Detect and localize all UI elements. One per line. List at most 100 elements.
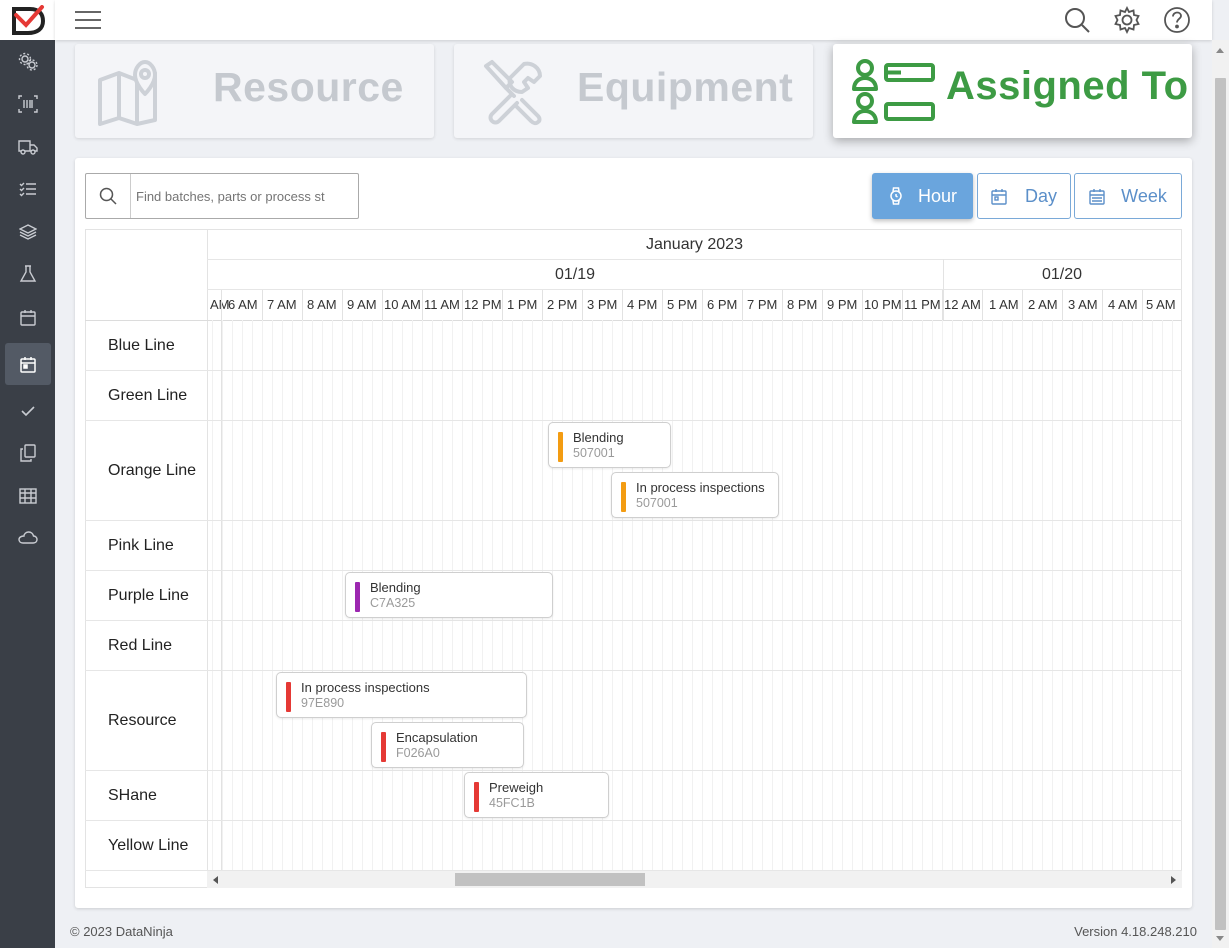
scroll-thumb[interactable] — [455, 873, 645, 886]
grid-minor-line — [932, 320, 933, 871]
grid-minor-line — [632, 320, 633, 871]
event-subtitle: 507001 — [573, 446, 615, 460]
horizontal-scrollbar[interactable] — [207, 871, 1182, 888]
grid-minor-line — [852, 320, 853, 871]
hamburger-menu-icon[interactable] — [75, 8, 101, 32]
row-label: SHane — [108, 787, 157, 804]
event-bar[interactable]: In process inspections 97E890 — [276, 672, 527, 718]
grid-minor-line — [732, 320, 733, 871]
grid-minor-line — [1002, 320, 1003, 871]
grid-minor-line — [1112, 320, 1113, 871]
page-scrollbar[interactable] — [1212, 40, 1229, 948]
copy-documents-icon[interactable] — [5, 433, 51, 473]
grid-minor-line — [722, 320, 723, 871]
watch-icon — [890, 187, 902, 205]
hour-view-button[interactable]: Hour — [872, 173, 973, 219]
week-view-button[interactable]: Week — [1074, 173, 1182, 219]
table-icon[interactable] — [5, 476, 51, 516]
event-bar[interactable]: Blending 507001 — [548, 422, 671, 468]
grid-minor-line — [672, 320, 673, 871]
search-box — [85, 173, 359, 219]
gears-icon[interactable] — [5, 42, 51, 82]
grid-minor-line — [902, 320, 903, 871]
grid-minor-line — [892, 320, 893, 871]
timeline-day: 01/19 — [555, 266, 596, 283]
search-button[interactable] — [86, 174, 131, 218]
event-title: Blending — [370, 580, 421, 595]
search-icon[interactable] — [1063, 6, 1091, 39]
grid-minor-line — [882, 320, 883, 871]
brand-logo[interactable] — [0, 0, 55, 40]
calendar-week-icon — [1089, 188, 1105, 205]
hour-view-label: Hour — [917, 185, 957, 206]
grid-minor-line — [1032, 320, 1033, 871]
barcode-icon[interactable] — [5, 84, 51, 124]
event-title: Blending — [573, 430, 624, 445]
row-label: Yellow Line — [108, 837, 189, 854]
grid-minor-line — [1102, 320, 1103, 871]
grid-minor-line — [992, 320, 993, 871]
cloud-icon[interactable] — [5, 518, 51, 558]
grid-minor-line — [292, 320, 293, 871]
search-input[interactable] — [136, 184, 354, 208]
event-subtitle: 507001 — [636, 496, 678, 510]
calendar-icon[interactable] — [5, 297, 51, 337]
grid-minor-line — [822, 320, 823, 871]
grid-minor-line — [772, 320, 773, 871]
tools-icon — [480, 58, 548, 131]
event-title: In process inspections — [301, 680, 430, 695]
event-bar[interactable]: Blending C7A325 — [345, 572, 553, 618]
grid-minor-line — [812, 320, 813, 871]
grid-minor-line — [702, 320, 703, 871]
assigned-users-icon — [851, 58, 937, 131]
grid-minor-line — [982, 320, 983, 871]
event-subtitle: F026A0 — [396, 746, 440, 760]
footer-version: Version 4.18.248.210 — [1074, 924, 1197, 939]
grid-minor-line — [692, 320, 693, 871]
grid-minor-line — [1122, 320, 1123, 871]
grid-minor-line — [762, 320, 763, 871]
day-view-button[interactable]: Day — [977, 173, 1071, 219]
resource-card[interactable]: Resource — [75, 44, 434, 138]
grid-minor-line — [1012, 320, 1013, 871]
grid-minor-line — [792, 320, 793, 871]
checklist-icon[interactable] — [5, 169, 51, 209]
row-label: Orange Line — [108, 462, 197, 479]
scroll-right-arrow-icon[interactable] — [1171, 876, 1176, 884]
row-label: Blue Line — [108, 337, 175, 354]
grid-minor-line — [1072, 320, 1073, 871]
grid-minor-line — [872, 320, 873, 871]
event-subtitle: C7A325 — [370, 596, 416, 610]
grid-minor-line — [862, 320, 863, 871]
grid-minor-line — [1052, 320, 1053, 871]
grid-minor-line — [272, 320, 273, 871]
help-icon[interactable] — [1163, 6, 1191, 39]
schedule-calendar-icon[interactable] — [5, 343, 51, 385]
grid-minor-line — [262, 320, 263, 871]
layers-icon[interactable] — [5, 212, 51, 252]
event-bar[interactable]: Encapsulation F026A0 — [371, 722, 524, 768]
event-bar[interactable]: Preweigh 45FC1B — [464, 772, 609, 818]
grid-minor-line — [1092, 320, 1093, 871]
grid-minor-line — [842, 320, 843, 871]
grid-minor-line — [962, 320, 963, 871]
grid-minor-line — [1042, 320, 1043, 871]
event-bar[interactable]: In process inspections 507001 — [611, 472, 779, 518]
scroll-left-arrow-icon[interactable] — [213, 876, 218, 884]
grid-minor-line — [322, 320, 323, 871]
gear-icon[interactable] — [1113, 5, 1141, 39]
truck-icon[interactable] — [5, 127, 51, 167]
flask-icon[interactable] — [5, 254, 51, 294]
assigned-to-card[interactable]: Assigned To — [833, 44, 1192, 138]
check-icon[interactable] — [5, 391, 51, 431]
grid-minor-line — [1082, 320, 1083, 871]
grid-minor-line — [642, 320, 643, 871]
event-subtitle: 97E890 — [301, 696, 345, 710]
row-label: Pink Line — [108, 537, 174, 554]
grid-minor-line — [282, 320, 283, 871]
map-icon — [97, 58, 173, 131]
row-label: Red Line — [108, 637, 173, 654]
row-label: Green Line — [108, 387, 188, 404]
grid-minor-line — [332, 320, 333, 871]
equipment-card[interactable]: Equipment — [454, 44, 813, 138]
